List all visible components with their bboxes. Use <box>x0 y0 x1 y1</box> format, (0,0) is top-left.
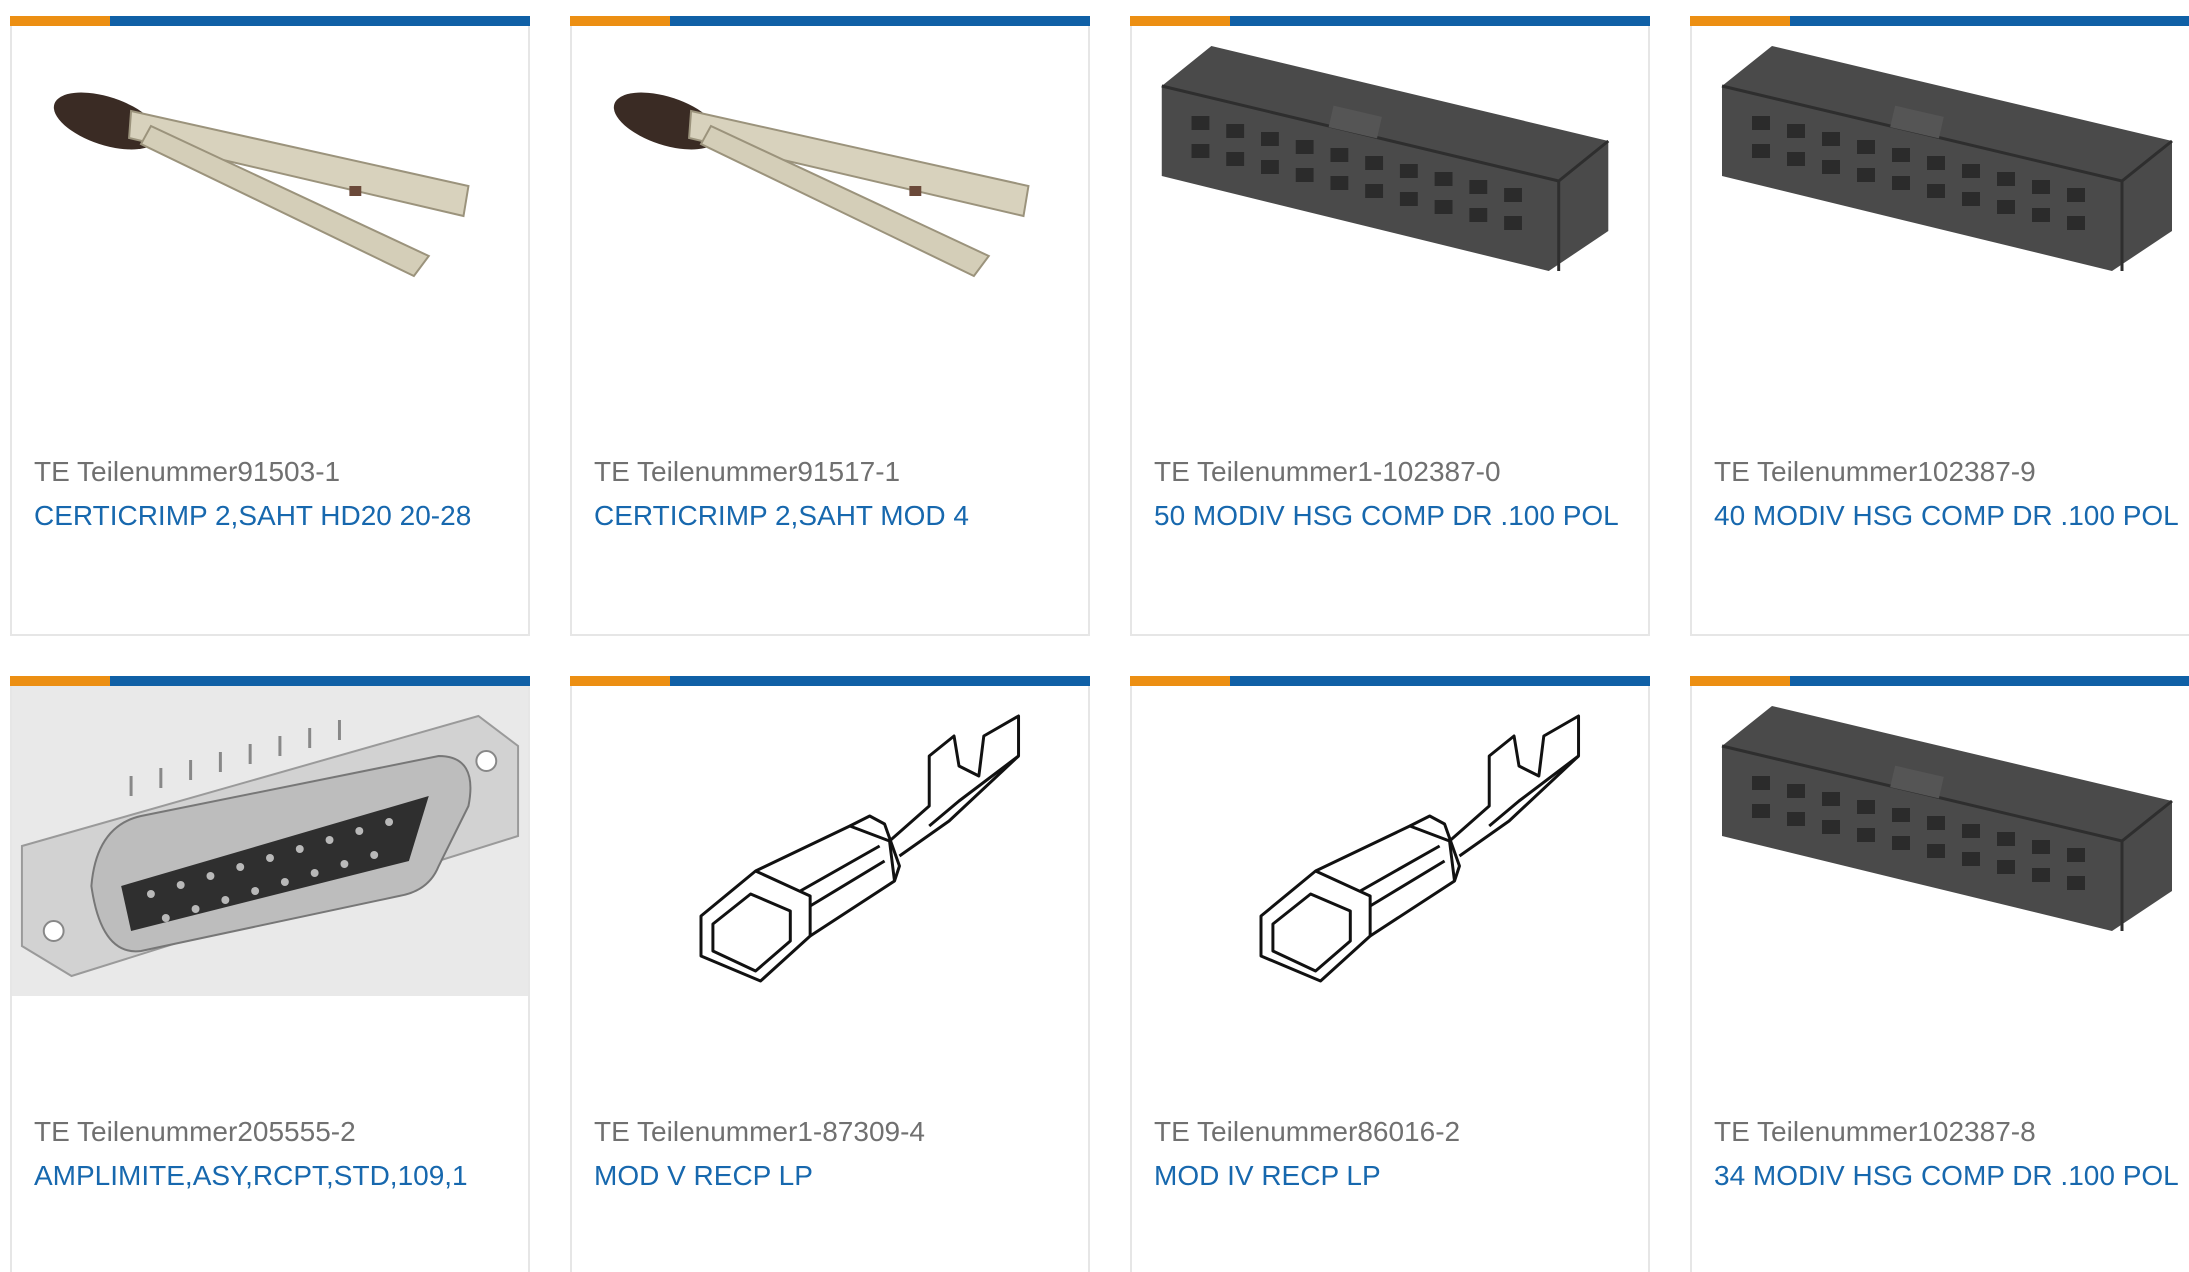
card-accent-bar <box>1690 16 2189 26</box>
part-number: TE Teilenummer1-102387-0 <box>1154 456 1501 487</box>
part-number: TE Teilenummer205555-2 <box>34 1116 356 1147</box>
connector-housing-icon[interactable] <box>1132 26 1648 336</box>
product-description-link[interactable]: CERTICRIMP 2,SAHT MOD 4 <box>594 500 969 532</box>
product-description-link[interactable]: 34 MODIV HSG COMP DR .100 POL <box>1714 1160 2179 1192</box>
d-sub-connector-icon[interactable] <box>12 686 528 996</box>
crimp-tool-icon[interactable] <box>12 26 528 336</box>
part-number: TE Teilenummer1-87309-4 <box>594 1116 925 1147</box>
product-description-link[interactable]: 40 MODIV HSG COMP DR .100 POL <box>1714 500 2179 532</box>
product-description-link[interactable]: MOD IV RECP LP <box>1154 1160 1381 1192</box>
product-card[interactable]: TE Teilenummer86016-2 MOD IV RECP LP <box>1130 676 1650 1272</box>
product-card[interactable]: TE Teilenummer91517-1 CERTICRIMP 2,SAHT … <box>570 16 1090 636</box>
card-accent-bar <box>1690 676 2189 686</box>
receptacle-contact-icon[interactable] <box>1132 686 1648 996</box>
card-accent-bar <box>1130 16 1650 26</box>
product-card[interactable]: TE Teilenummer205555-2 AMPLIMITE,ASY,RCP… <box>10 676 530 1272</box>
part-number: TE Teilenummer102387-8 <box>1714 1116 2036 1147</box>
part-number: TE Teilenummer102387-9 <box>1714 456 2036 487</box>
product-grid: TE Teilenummer91503-1 CERTICRIMP 2,SAHT … <box>0 0 2189 1272</box>
card-accent-bar <box>1130 676 1650 686</box>
product-card[interactable]: TE Teilenummer102387-8 34 MODIV HSG COMP… <box>1690 676 2189 1272</box>
product-description-link[interactable]: 50 MODIV HSG COMP DR .100 POL <box>1154 500 1619 532</box>
product-card[interactable]: TE Teilenummer1-102387-0 50 MODIV HSG CO… <box>1130 16 1650 636</box>
product-card[interactable]: TE Teilenummer102387-9 40 MODIV HSG COMP… <box>1690 16 2189 636</box>
connector-housing-icon[interactable] <box>1692 26 2189 336</box>
part-number: TE Teilenummer86016-2 <box>1154 1116 1461 1147</box>
product-description-link[interactable]: CERTICRIMP 2,SAHT HD20 20-28 <box>34 500 471 532</box>
product-description-link[interactable]: MOD V RECP LP <box>594 1160 813 1192</box>
card-accent-bar <box>10 676 530 686</box>
product-card[interactable]: TE Teilenummer1-87309-4 MOD V RECP LP <box>570 676 1090 1272</box>
card-accent-bar <box>570 16 1090 26</box>
connector-housing-icon[interactable] <box>1692 686 2189 996</box>
card-accent-bar <box>10 16 530 26</box>
card-accent-bar <box>570 676 1090 686</box>
crimp-tool-icon[interactable] <box>572 26 1088 336</box>
product-description-link[interactable]: AMPLIMITE,ASY,RCPT,STD,109,1 <box>34 1160 468 1192</box>
product-card[interactable]: TE Teilenummer91503-1 CERTICRIMP 2,SAHT … <box>10 16 530 636</box>
part-number: TE Teilenummer91503-1 <box>34 456 341 487</box>
receptacle-contact-icon[interactable] <box>572 686 1088 996</box>
part-number: TE Teilenummer91517-1 <box>594 456 901 487</box>
